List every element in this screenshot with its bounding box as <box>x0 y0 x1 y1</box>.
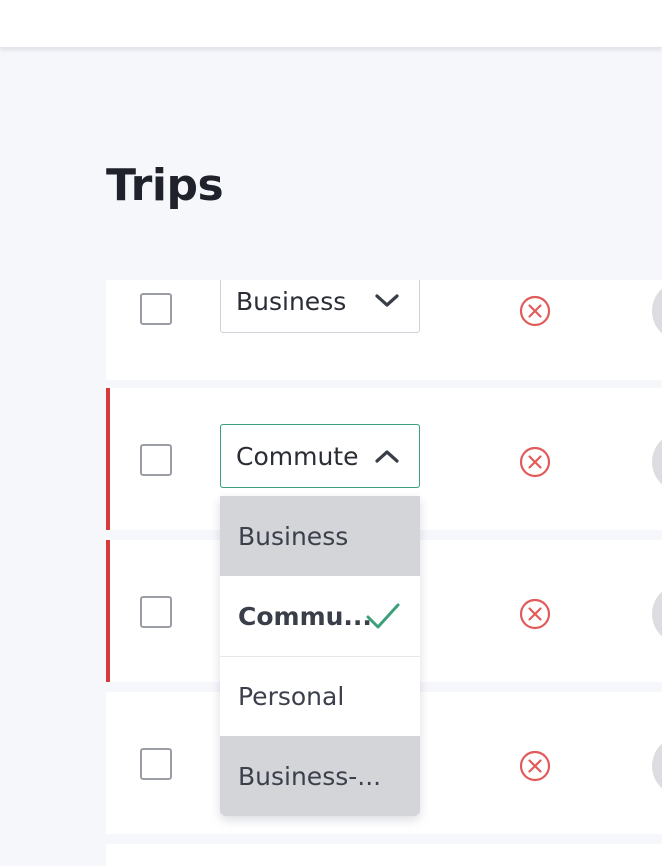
avatar <box>652 584 662 644</box>
remove-circle-icon[interactable] <box>518 445 552 479</box>
trip-row <box>106 844 662 866</box>
dropdown-option-business-other[interactable]: Business-... <box>220 736 420 816</box>
trip-type-value: Commute <box>236 441 359 471</box>
chevron-down-icon <box>375 294 399 307</box>
avatar <box>652 432 662 492</box>
trip-type-dropdown: Business Commu... Personal Business-... <box>220 496 420 816</box>
divider <box>220 656 420 657</box>
chevron-up-icon <box>375 450 399 463</box>
avatar <box>652 736 662 796</box>
dropdown-option-business[interactable]: Business <box>220 496 420 576</box>
page-title: Trips <box>106 160 224 211</box>
trip-type-select[interactable]: Business <box>220 280 420 333</box>
remove-circle-icon[interactable] <box>518 749 552 783</box>
trip-row: Business <box>106 280 662 380</box>
avatar <box>652 281 662 341</box>
row-checkbox[interactable] <box>140 596 172 628</box>
remove-circle-icon[interactable] <box>518 597 552 631</box>
trip-type-select[interactable]: Commute <box>220 424 420 488</box>
row-checkbox[interactable] <box>140 444 172 476</box>
dropdown-option-label: Business-... <box>238 761 382 791</box>
row-checkbox[interactable] <box>140 293 172 325</box>
dropdown-option-label: Business <box>238 521 349 551</box>
dropdown-option-label: Personal <box>238 681 345 711</box>
dropdown-option-commute[interactable]: Commu... <box>220 576 420 656</box>
trip-type-value: Business <box>236 286 347 316</box>
dropdown-option-personal[interactable]: Personal <box>220 656 420 736</box>
top-bar <box>0 0 662 48</box>
remove-circle-icon[interactable] <box>518 294 552 328</box>
dropdown-option-label: Commu... <box>238 601 372 631</box>
check-icon <box>366 603 400 629</box>
row-checkbox[interactable] <box>140 748 172 780</box>
